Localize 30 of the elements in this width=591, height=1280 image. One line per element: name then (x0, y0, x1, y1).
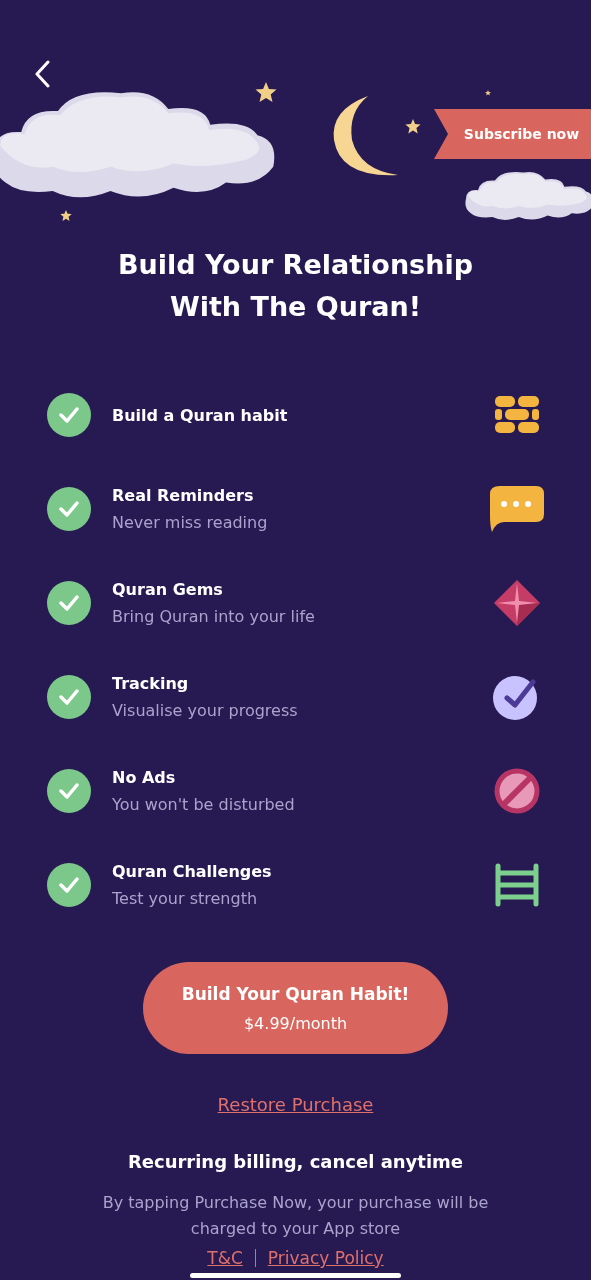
disclaimer-text: By tapping Purchase Now, your purchase will be charged to your App store (101, 1192, 490, 1240)
star-icon (255, 82, 277, 102)
feature-description: Bring Quran into your life (112, 607, 316, 626)
chat-bubble-icon (490, 486, 544, 532)
gem-icon (494, 580, 540, 626)
restore-purchase-link[interactable]: Restore Purchase (217, 1094, 374, 1115)
back-icon (34, 60, 50, 88)
headline: Build Your Relationship With The Quran! (117, 248, 474, 324)
crescent-moon-icon (333, 96, 398, 176)
feature-title: Build a Quran habit (112, 405, 289, 425)
feature-title: Tracking (112, 674, 190, 693)
billing-note: Recurring billing, cancel anytime (127, 1151, 464, 1172)
feature-title: No Ads (112, 768, 177, 787)
prohibited-icon (494, 768, 540, 814)
bricks-icon (495, 396, 539, 434)
footer-link[interactable]: Privacy Policy (267, 1248, 384, 1268)
feature-description: You won't be disturbed (112, 795, 296, 814)
feature-title: Quran Challenges (112, 862, 273, 881)
subscribe-button[interactable]: Build Your Quran Habit! $4.99/month (143, 962, 448, 1054)
subscribe-now-ribbon[interactable]: Subscribe now (434, 109, 591, 159)
footer-link[interactable]: T&C (207, 1248, 243, 1268)
ladder-icon (495, 863, 539, 907)
feature-description: Never miss reading (112, 513, 269, 532)
feature-description: Test your strength (112, 889, 259, 908)
star-icon (60, 210, 72, 221)
star-icon (405, 119, 421, 134)
feature-title: Real Reminders (112, 486, 255, 505)
feature-title: Quran Gems (112, 580, 224, 599)
star-icon (485, 90, 491, 96)
feature-description: Visualise your progress (112, 701, 299, 720)
